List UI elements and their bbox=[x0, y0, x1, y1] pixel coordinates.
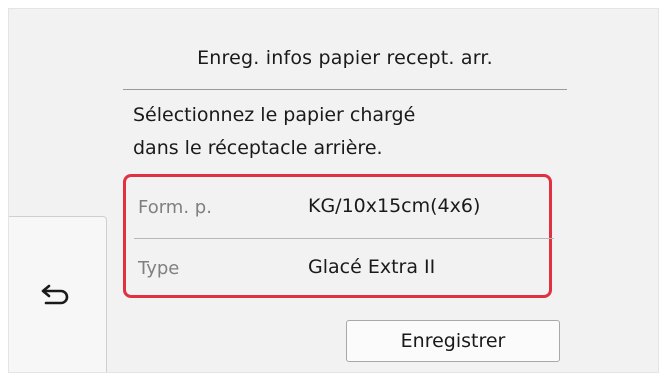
paper-size-row[interactable]: Form. p. KG/10x15cm(4x6) bbox=[126, 177, 549, 234]
screen-title: Enreg. infos papier recept. arr. bbox=[197, 47, 493, 69]
paper-size-value: KG/10x15cm(4x6) bbox=[308, 195, 481, 217]
back-arrow-icon bbox=[41, 284, 69, 305]
media-type-label: Type bbox=[138, 258, 180, 279]
instruction-line-2: dans le réceptacle arrière. bbox=[133, 137, 383, 159]
media-type-row[interactable]: Type Glacé Extra II bbox=[126, 238, 549, 295]
title-divider bbox=[123, 89, 567, 90]
register-button[interactable]: Enregistrer bbox=[346, 320, 560, 362]
paper-size-label: Form. p. bbox=[138, 197, 212, 218]
media-type-value: Glacé Extra II bbox=[308, 256, 436, 278]
back-button[interactable] bbox=[9, 216, 107, 372]
paper-info-panel: Form. p. KG/10x15cm(4x6) Type Glacé Extr… bbox=[123, 174, 554, 298]
instruction-text: Sélectionnez le papier chargé dans le ré… bbox=[133, 99, 415, 165]
instruction-line-1: Sélectionnez le papier chargé bbox=[133, 104, 416, 126]
printer-lcd-screen: Enreg. infos papier recept. arr. Sélecti… bbox=[8, 8, 659, 373]
